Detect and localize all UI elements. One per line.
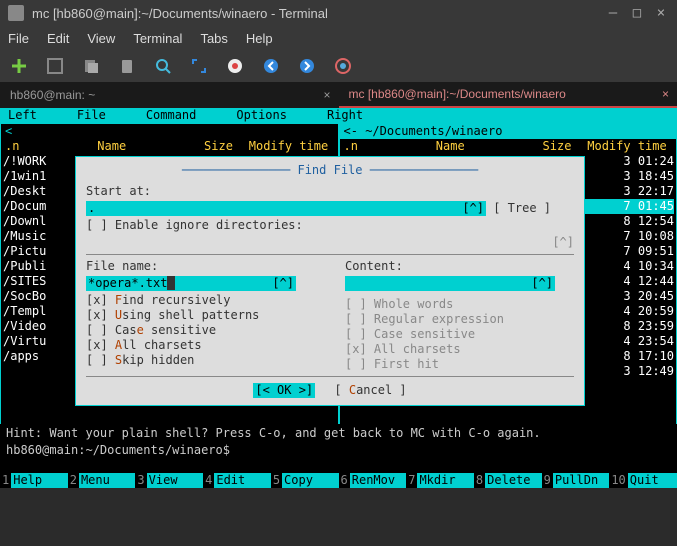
terminal-tab-0[interactable]: hb860@main: ~ ×: [0, 82, 339, 108]
start-at-label: Start at:: [86, 184, 574, 199]
checkbox-option[interactable]: [ ] Whole words: [345, 297, 574, 312]
checkbox-option[interactable]: [x] All charsets: [86, 338, 315, 353]
start-at-input[interactable]: .[^]: [86, 201, 486, 216]
shell-prompt[interactable]: hb860@main:~/Documents/winaero$: [0, 443, 677, 458]
function-keys: 1Help2Menu3View4Edit5Copy6RenMov7Mkdir8D…: [0, 473, 677, 488]
hint-line: Hint: Want your plain shell? Press C-o, …: [0, 424, 677, 443]
copy-button[interactable]: [82, 57, 100, 75]
new-window-button[interactable]: [46, 57, 64, 75]
mc-menu-command[interactable]: Command: [146, 108, 197, 123]
column-headers: .nNameSizeModify time: [340, 139, 677, 154]
menu-tabs[interactable]: Tabs: [200, 31, 227, 46]
fkey-pulldn[interactable]: 9PullDn: [542, 473, 610, 488]
fkey-help[interactable]: 1Help: [0, 473, 68, 488]
help-icon[interactable]: [334, 57, 352, 75]
next-tab-button[interactable]: [298, 57, 316, 75]
column-headers: .nNameSizeModify time: [1, 139, 338, 154]
fkey-quit[interactable]: 10Quit: [609, 473, 677, 488]
menu-help[interactable]: Help: [246, 31, 273, 46]
minimize-button[interactable]: –: [605, 5, 621, 21]
terminal-tab-1[interactable]: mc [hb860@main]:~/Documents/winaero ×: [339, 82, 677, 108]
new-tab-button[interactable]: [10, 57, 28, 75]
menu-file[interactable]: File: [8, 31, 29, 46]
mc-menu-left[interactable]: Left: [8, 108, 37, 123]
fkey-mkdir[interactable]: 7Mkdir: [406, 473, 474, 488]
checkbox-option[interactable]: [x] All charsets: [345, 342, 574, 357]
menu-view[interactable]: View: [87, 31, 115, 46]
tab-label: hb860@main: ~: [10, 88, 95, 102]
toolbar: [0, 50, 677, 82]
prev-tab-button[interactable]: [262, 57, 280, 75]
filename-label: File name:: [86, 259, 315, 274]
mc-menu-right[interactable]: Right: [327, 108, 363, 123]
tab-label: mc [hb860@main]:~/Documents/winaero: [349, 87, 566, 101]
checkbox-option[interactable]: [ ] First hit: [345, 357, 574, 372]
left-panel-path: <: [1, 124, 338, 139]
tab-bar: hb860@main: ~ × mc [hb860@main]:~/Docume…: [0, 82, 677, 108]
ok-button[interactable]: [< OK >]: [253, 383, 315, 398]
checkbox-option[interactable]: [ ] Case sensitive: [345, 327, 574, 342]
fkey-view[interactable]: 3View: [135, 473, 203, 488]
fullscreen-button[interactable]: [190, 57, 208, 75]
mc-menubar: Left File Command Options Right: [0, 108, 677, 123]
close-icon[interactable]: ×: [662, 87, 669, 101]
fkey-edit[interactable]: 4Edit: [203, 473, 271, 488]
filename-input[interactable]: *opera*.txt [^]: [86, 276, 296, 291]
checkbox-option[interactable]: [ ] Case sensitive: [86, 323, 315, 338]
search-icon[interactable]: [154, 57, 172, 75]
menu-edit[interactable]: Edit: [47, 31, 69, 46]
mc-menu-options[interactable]: Options: [236, 108, 287, 123]
fkey-delete[interactable]: 8Delete: [474, 473, 542, 488]
fkey-menu[interactable]: 2Menu: [68, 473, 136, 488]
window-title: mc [hb860@main]:~/Documents/winaero - Te…: [32, 6, 597, 21]
app-icon: [8, 5, 24, 21]
checkbox-option[interactable]: [x] Find recursively: [86, 293, 315, 308]
tree-button[interactable]: [ Tree ]: [493, 201, 551, 215]
content-input[interactable]: [^]: [345, 276, 555, 291]
cancel-button[interactable]: [ Cancel ]: [334, 383, 406, 398]
checkbox-option[interactable]: [ ] Skip hidden: [86, 353, 315, 368]
app-menubar: File Edit View Terminal Tabs Help: [0, 26, 677, 50]
fkey-renmov[interactable]: 6RenMov: [339, 473, 407, 488]
fkey-copy[interactable]: 5Copy: [271, 473, 339, 488]
ignore-dirs-checkbox[interactable]: [ ] Enable ignore directories:: [86, 218, 303, 232]
close-button[interactable]: ×: [653, 5, 669, 21]
mc-menu-file[interactable]: File: [77, 108, 106, 123]
close-icon[interactable]: ×: [323, 88, 330, 102]
checkbox-option[interactable]: [x] Using shell patterns: [86, 308, 315, 323]
right-panel-path: <- ~/Documents/winaero: [340, 124, 677, 139]
maximize-button[interactable]: □: [629, 5, 645, 21]
find-file-dialog: ─────────────── Find File ──────────────…: [75, 156, 585, 406]
terminal-area: Left File Command Options Right < .nName…: [0, 108, 677, 488]
window-titlebar: mc [hb860@main]:~/Documents/winaero - Te…: [0, 0, 677, 26]
dialog-title: ─────────────── Find File ──────────────…: [86, 163, 574, 178]
content-label: Content:: [345, 259, 574, 274]
paste-button[interactable]: [118, 57, 136, 75]
menu-terminal[interactable]: Terminal: [133, 31, 182, 46]
checkbox-option[interactable]: [ ] Regular expression: [345, 312, 574, 327]
preferences-button[interactable]: [226, 57, 244, 75]
